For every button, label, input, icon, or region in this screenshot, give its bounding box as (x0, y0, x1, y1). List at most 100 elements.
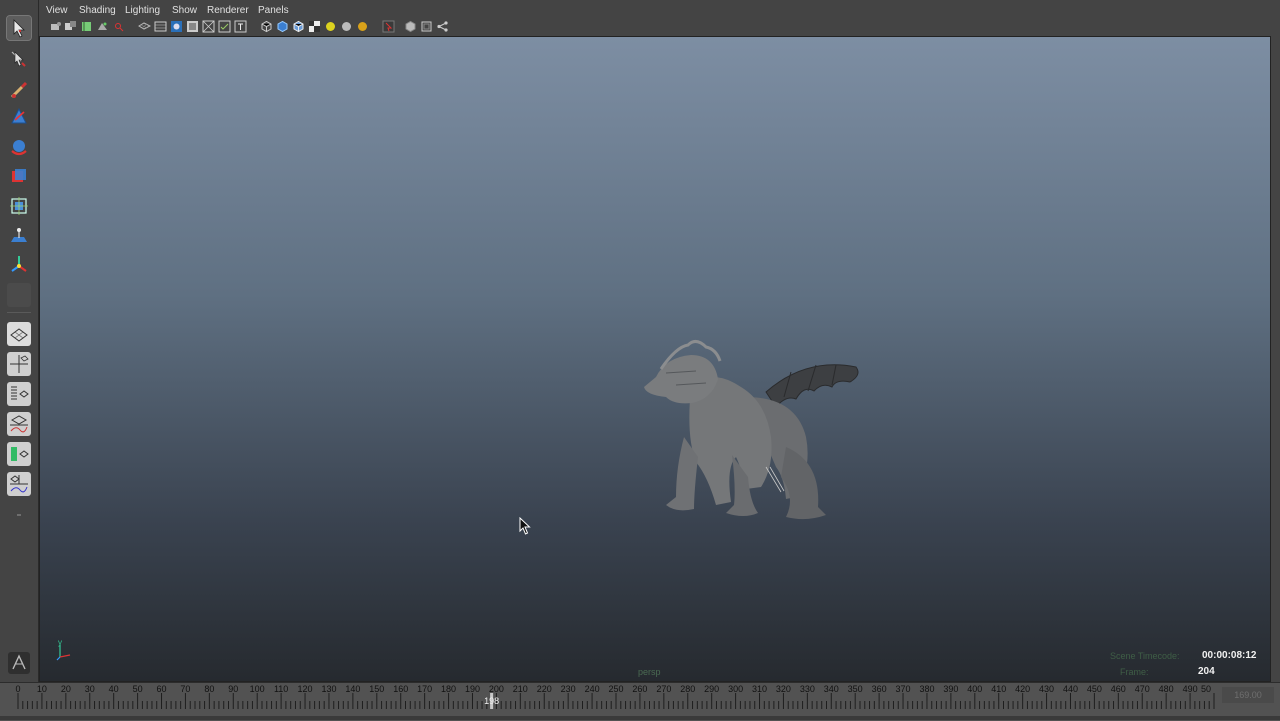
textured-icon[interactable] (308, 20, 321, 33)
perspective-viewport[interactable]: y persp Scene Timecode: 00:00:08:12 Fram… (39, 36, 1271, 682)
scale-tool-icon[interactable] (7, 164, 31, 188)
toolbox (0, 0, 39, 720)
tick-label: 200 (489, 684, 504, 694)
menu-show[interactable]: Show (172, 5, 197, 16)
rotate-tool-icon[interactable] (7, 135, 31, 159)
show-manipulator-icon[interactable] (7, 252, 31, 276)
xray-joints-icon[interactable] (420, 20, 433, 33)
tick-label: 160 (393, 684, 408, 694)
last-tool-slot[interactable] (7, 283, 31, 307)
tick-label: 470 (1135, 684, 1150, 694)
tick-label: 440 (1063, 684, 1078, 694)
tick-label: 330 (800, 684, 815, 694)
tick-label: 340 (824, 684, 839, 694)
tick-label: 150 (369, 684, 384, 694)
tick-label: 290 (704, 684, 719, 694)
tick-label: 490 (1183, 684, 1198, 694)
menu-renderer[interactable]: Renderer (207, 5, 249, 16)
axis-y-label: y (58, 639, 62, 647)
persp-trax-layout-icon[interactable] (7, 472, 31, 496)
safe-action-icon[interactable] (218, 20, 231, 33)
menu-shading[interactable]: Shading (79, 5, 116, 16)
wireframe-shading-icon[interactable] (260, 20, 273, 33)
frame-label: Frame: (1120, 667, 1149, 677)
tick-label: 420 (1015, 684, 1030, 694)
isolate-select-icon[interactable] (382, 20, 395, 33)
tick-label: 70 (180, 684, 190, 694)
persp-graph-layout-icon[interactable] (7, 412, 31, 436)
end-time-field[interactable]: 169.00 (1222, 687, 1274, 703)
gate-mask-icon[interactable] (186, 20, 199, 33)
resolution-gate-icon[interactable] (170, 20, 183, 33)
tick-label: 410 (991, 684, 1006, 694)
view-axis-icon: y (56, 639, 71, 661)
lasso-tool-icon[interactable] (7, 47, 31, 71)
tick-label: 60 (157, 684, 167, 694)
move-tool-icon[interactable] (7, 105, 31, 129)
tick-label: 240 (585, 684, 600, 694)
tick-label: 50 (1201, 684, 1211, 694)
xray-icon[interactable] (404, 20, 417, 33)
tick-label: 270 (656, 684, 671, 694)
tick-label: 300 (728, 684, 743, 694)
camera-attributes-icon[interactable] (64, 20, 77, 33)
command-shell-icon[interactable] (8, 652, 30, 674)
tick-label: 320 (776, 684, 791, 694)
more-layouts-icon[interactable] (7, 503, 31, 527)
smooth-shading-icon[interactable] (276, 20, 289, 33)
menu-panels[interactable]: Panels (258, 5, 289, 16)
tick-label: 20 (61, 684, 71, 694)
range-slider-strip[interactable] (0, 716, 1280, 720)
persp-hypershade-layout-icon[interactable] (7, 442, 31, 466)
tick-label: 310 (752, 684, 767, 694)
tick-label: 250 (608, 684, 623, 694)
select-camera-icon[interactable] (49, 20, 62, 33)
toolbox-divider (7, 312, 31, 313)
tick-label: 110 (274, 684, 288, 694)
shadows-icon[interactable] (340, 20, 353, 33)
tick-label: 80 (204, 684, 214, 694)
dragon-model[interactable] (636, 327, 866, 527)
grid-toggle-icon[interactable] (138, 20, 151, 33)
tick-label: 180 (441, 684, 456, 694)
tick-label: 380 (919, 684, 934, 694)
safe-title-icon[interactable] (234, 20, 247, 33)
use-all-lights-icon[interactable] (324, 20, 337, 33)
mouse-cursor-icon (519, 517, 531, 535)
persp-outliner-layout-icon[interactable] (7, 382, 31, 406)
tick-label: 90 (228, 684, 238, 694)
tick-label: 280 (680, 684, 695, 694)
select-tool-icon[interactable] (6, 15, 32, 41)
current-frame-label: 198 (484, 696, 499, 706)
frame-value: 204 (1198, 666, 1215, 677)
tick-label: 130 (321, 684, 336, 694)
wireframe-on-shaded-icon[interactable] (292, 20, 305, 33)
tick-label: 450 (1087, 684, 1102, 694)
two-d-pan-zoom-icon[interactable] (112, 20, 125, 33)
image-plane-icon[interactable] (96, 20, 109, 33)
menu-lighting[interactable]: Lighting (125, 5, 160, 16)
soft-modification-icon[interactable] (7, 224, 31, 248)
tick-label: 390 (943, 684, 958, 694)
tick-label: 50 (133, 684, 143, 694)
tick-label: 430 (1039, 684, 1054, 694)
tick-label: 210 (513, 684, 528, 694)
time-ruler[interactable]: 0 10 20 30 40 50 60 70 80 90 100 110 120 130 140 150 160… (12, 683, 1220, 709)
scene-timecode-value: 00:00:08:12 (1202, 650, 1257, 661)
tick-label: 30 (85, 684, 95, 694)
field-chart-icon[interactable] (202, 20, 215, 33)
menu-view[interactable]: View (46, 5, 68, 16)
film-gate-icon[interactable] (154, 20, 167, 33)
tick-label: 140 (345, 684, 360, 694)
node-graph-icon[interactable] (436, 20, 449, 33)
single-perspective-layout-icon[interactable] (7, 322, 31, 346)
hardware-render-icon[interactable] (356, 20, 369, 33)
tick-label: 170 (417, 684, 432, 694)
universal-manipulator-icon[interactable] (7, 194, 31, 218)
panel-toolbar (40, 19, 1270, 35)
tick-label: 460 (1111, 684, 1126, 694)
tick-label: 120 (298, 684, 313, 694)
four-view-layout-icon[interactable] (7, 352, 31, 376)
bookmarks-icon[interactable] (80, 20, 93, 33)
paint-tool-icon[interactable] (7, 78, 31, 102)
